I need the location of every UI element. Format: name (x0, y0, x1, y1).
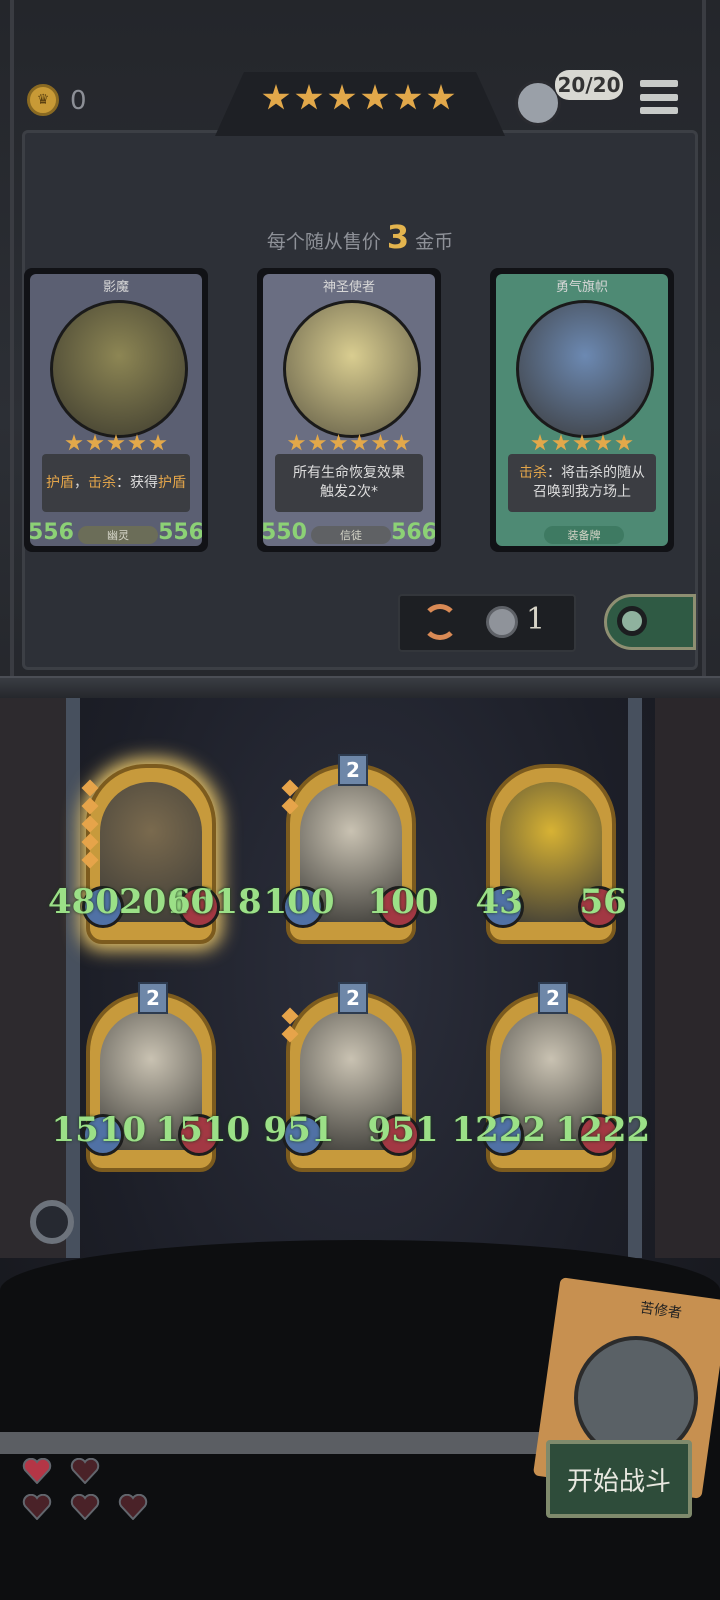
card-star-icon (329, 434, 348, 451)
card-star-icon (615, 434, 633, 451)
minion-attack: 1222 (451, 1110, 547, 1150)
heart-icon (22, 1457, 52, 1485)
minion-health: 951 (367, 1110, 439, 1150)
card-type-tag: 装备牌 (544, 526, 624, 544)
card-stars (30, 434, 202, 452)
menu-icon[interactable] (640, 80, 678, 114)
card-tribe-tag: 信徒 (311, 526, 391, 544)
shop-card-shadow-demon[interactable]: 影魔 护盾，击杀：获得护盾 幽灵 556 556 (24, 268, 208, 552)
shop-card-banner-of-courage[interactable]: 勇气旗帜 击杀：将击杀的随从 召唤到我方场上 装备牌 (490, 268, 674, 552)
minion-health: 1510 (155, 1110, 251, 1150)
tier-star-icon (394, 84, 422, 110)
minion-level-badge: 2 (138, 982, 168, 1014)
card-star-icon (531, 434, 549, 451)
right-pillar (628, 698, 642, 1258)
price-prefix: 每个随从售价 (266, 231, 381, 253)
minion-attack: 100 (263, 882, 335, 922)
refresh-cost: 1 (526, 602, 546, 637)
card-description: 护盾，击杀：获得护盾 (42, 454, 190, 512)
right-wall (655, 698, 720, 1258)
holy-messenger-portrait (283, 300, 421, 438)
card-name: 勇气旗帜 (555, 280, 608, 295)
minion-attack: 43 (475, 882, 523, 922)
card-star-icon (350, 434, 369, 451)
tier-star-icon (262, 84, 290, 110)
lives-counter: 20/20 (555, 70, 623, 100)
card-star-icon (392, 434, 411, 451)
heart-icon (70, 1457, 100, 1485)
card-attack: 556 (30, 520, 74, 545)
stone-wall (0, 1432, 560, 1454)
card-description: 所有生命恢复效果 触发2次* (275, 454, 423, 512)
crown-coin-icon: ♛ (27, 84, 59, 116)
left-wall (0, 698, 70, 1258)
heart-icon (70, 1493, 100, 1521)
magnifier-icon (617, 606, 647, 636)
price-value: 3 (386, 218, 410, 256)
card-star-icon (552, 434, 570, 451)
minion-health: 6018 (167, 882, 262, 922)
minion-health: 100 (367, 882, 439, 922)
shop-tier-stars (262, 84, 462, 120)
minion-health: 56 (579, 882, 627, 922)
coin-count: 0 (70, 86, 87, 116)
minion-attack: 951 (263, 1110, 335, 1150)
price-info: 每个随从售价 3 金币 (0, 218, 720, 256)
tier-star-icon (361, 84, 389, 110)
banner-portrait (516, 300, 654, 438)
card-star-icon (86, 434, 104, 451)
card-star-icon (128, 434, 146, 451)
card-star-icon (371, 434, 390, 451)
shop-card-holy-messenger[interactable]: 神圣使者 所有生命恢复效果 触发2次* 信徒 550 566 (257, 268, 441, 552)
minion-level-badge: 2 (338, 982, 368, 1014)
minion-level-badge: 2 (338, 754, 368, 786)
board-magnifier-icon[interactable] (30, 1200, 74, 1244)
card-stars (496, 434, 668, 452)
card-description: 击杀：将击杀的随从 召唤到我方场上 (508, 454, 656, 512)
start-battle-button[interactable]: 开始战斗 (546, 1440, 692, 1518)
card-health: 566 (391, 520, 435, 545)
card-star-icon (287, 434, 306, 451)
refresh-icon (422, 604, 458, 640)
tier-star-icon (295, 84, 323, 110)
silver-coin-icon (486, 606, 518, 638)
shadow-demon-portrait (50, 300, 188, 438)
card-name: 神圣使者 (322, 280, 375, 295)
tier-star-icon (427, 84, 455, 110)
card-star-icon (107, 434, 125, 451)
card-star-icon (308, 434, 327, 451)
card-tribe-tag: 幽灵 (78, 526, 158, 544)
left-pillar (66, 698, 80, 1258)
heart-icon (22, 1493, 52, 1521)
minion-level-badge: 2 (538, 982, 568, 1014)
heart-icon (118, 1493, 148, 1521)
minion-attack: 1510 (51, 1110, 147, 1150)
minion-health: 1222 (555, 1110, 651, 1150)
card-name: 影魔 (102, 280, 129, 295)
card-star-icon (573, 434, 591, 451)
card-star-icon (149, 434, 167, 451)
price-suffix: 金币 (415, 231, 454, 253)
card-health: 556 (158, 520, 202, 545)
card-star-icon (594, 434, 612, 451)
card-star-icon (65, 434, 83, 451)
card-attack: 550 (263, 520, 307, 545)
card-stars (263, 434, 435, 452)
tier-star-icon (328, 84, 356, 110)
